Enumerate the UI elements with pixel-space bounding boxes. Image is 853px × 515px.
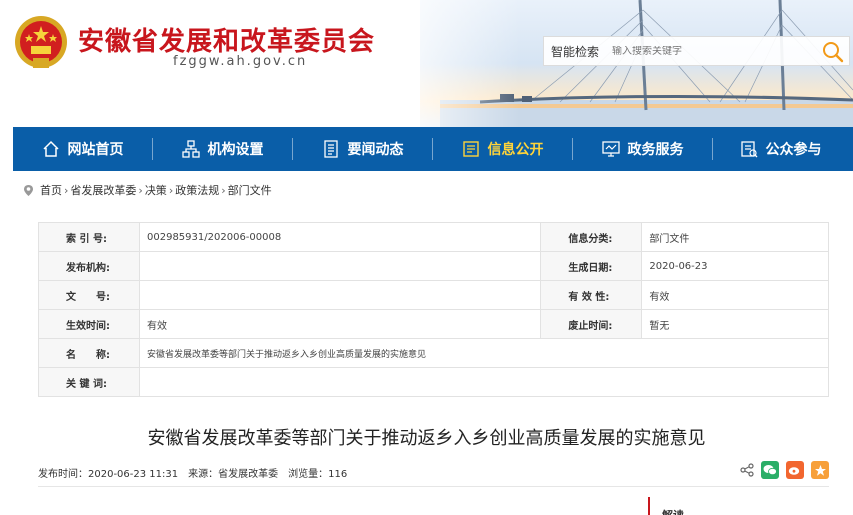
site-header: 安徽省发展和改革委员会 fzggw.ah.gov.cn 智能检索 (0, 0, 853, 127)
table-row: 文 号: 有 效 性: 有效 (38, 280, 829, 310)
index-value: 002985931/202006-00008 (138, 222, 542, 252)
share-icon[interactable] (740, 463, 754, 477)
effective-value: 有效 (138, 309, 542, 339)
search-input[interactable] (612, 45, 812, 57)
publish-time: 发布时间：2020-06-23 11:31 (38, 469, 179, 480)
info-board-icon (462, 141, 479, 157)
org-chart-icon (181, 140, 200, 158)
nav-label: 网站首页 (67, 142, 124, 158)
nav-item-participation[interactable]: 公众参与 (713, 127, 848, 171)
effective-label: 生效时间: (38, 309, 140, 339)
index-label: 索 引 号: (38, 222, 140, 252)
view-count: 浏览量：116 (288, 469, 348, 480)
name-value: 安徽省发展改革委等部门关于推动返乡入乡创业高质量发展的实施意见 (139, 338, 829, 368)
monitor-icon (601, 141, 620, 157)
side-tab-interpretation[interactable]: 解读 (648, 497, 853, 515)
search-icon[interactable] (822, 41, 844, 63)
keywords-label: 关 键 词: (38, 367, 140, 397)
category-label: 信息分类: (540, 222, 643, 252)
weibo-share-icon[interactable] (786, 461, 804, 479)
breadcrumb: 首页 › 省发展改革委 › 决策 › 政策法规 › 部门文件 (22, 182, 272, 198)
article-source: 来源：省发展改革委 (188, 469, 279, 480)
nav-item-info-disclosure[interactable]: 信息公开 (433, 127, 572, 171)
publisher-value (138, 251, 542, 281)
favorite-star-icon[interactable] (811, 461, 829, 479)
abolish-label: 废止时间: (540, 309, 643, 339)
nav-label: 机构设置 (207, 142, 264, 158)
keywords-value (139, 367, 829, 397)
breadcrumb-decision[interactable]: 决策 (145, 182, 167, 198)
article-meta: 发布时间：2020-06-23 11:31 来源：省发展改革委 浏览量：116 (38, 465, 347, 480)
site-title: 安徽省发展和改革委员会 (78, 27, 376, 57)
main-nav: 网站首页 机构设置 要闻动态 信息公开 政务服务 公众参与 (13, 127, 853, 171)
name-label: 名 称: (38, 338, 140, 368)
nav-label: 要闻动态 (347, 142, 404, 158)
search-label: 智能检索 (551, 44, 600, 59)
abolish-value: 暂无 (641, 309, 829, 339)
table-row: 关 键 词: (38, 367, 829, 397)
nav-label: 信息公开 (487, 142, 544, 158)
table-row: 发布机构: 生成日期: 2020-06-23 (38, 251, 829, 281)
nav-item-news[interactable]: 要闻动态 (293, 127, 432, 171)
nav-item-services[interactable]: 政务服务 (573, 127, 712, 171)
nav-item-organization[interactable]: 机构设置 (153, 127, 292, 171)
breadcrumb-policy[interactable]: 政策法规 (175, 182, 219, 198)
created-label: 生成日期: (540, 251, 643, 281)
national-emblem-icon (15, 16, 67, 68)
wechat-share-icon[interactable] (761, 461, 779, 479)
home-icon (42, 140, 59, 157)
table-row: 生效时间: 有效 废止时间: 暂无 (38, 309, 829, 339)
side-tab-label: 解读 (662, 507, 684, 515)
nav-label: 政务服务 (627, 142, 684, 158)
divider (38, 486, 829, 487)
validity-value: 有效 (641, 280, 829, 310)
article-title: 安徽省发展改革委等部门关于推动返乡入乡创业高质量发展的实施意见 (147, 428, 706, 449)
nav-label: 公众参与 (765, 142, 822, 158)
breadcrumb-commission[interactable]: 省发展改革委 (70, 182, 136, 198)
table-row: 名 称: 安徽省发展改革委等部门关于推动返乡入乡创业高质量发展的实施意见 (38, 338, 829, 368)
publisher-label: 发布机构: (38, 251, 140, 281)
participation-icon (740, 141, 757, 158)
docno-label: 文 号: (38, 280, 140, 310)
created-value: 2020-06-23 (641, 251, 829, 281)
breadcrumb-home[interactable]: 首页 (40, 182, 62, 198)
docno-value (138, 280, 542, 310)
breadcrumb-documents[interactable]: 部门文件 (228, 182, 272, 198)
location-icon (24, 184, 33, 196)
nav-item-home[interactable]: 网站首页 (13, 127, 152, 171)
document-info-table: 索 引 号: 002985931/202006-00008 信息分类: 部门文件… (38, 222, 829, 397)
search-bar: 智能检索 (543, 36, 850, 66)
validity-label: 有 效 性: (540, 280, 643, 310)
site-url: fzggw.ah.gov.cn (173, 54, 308, 69)
share-bar (740, 461, 829, 479)
table-row: 索 引 号: 002985931/202006-00008 信息分类: 部门文件 (38, 222, 829, 252)
news-icon (323, 140, 338, 158)
category-value: 部门文件 (641, 222, 829, 252)
